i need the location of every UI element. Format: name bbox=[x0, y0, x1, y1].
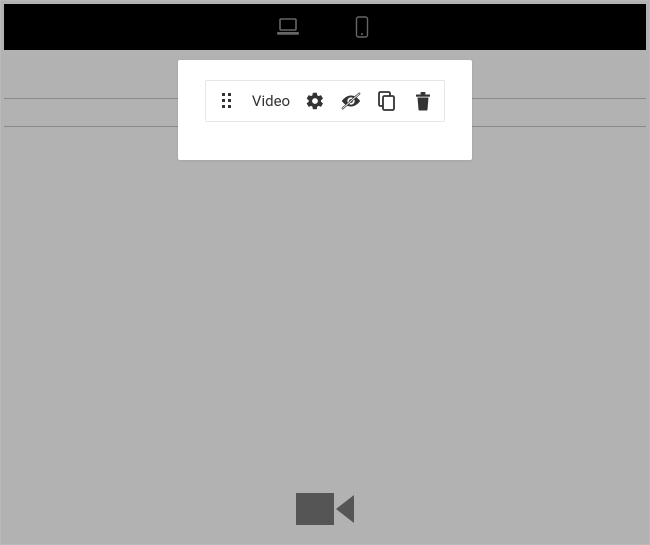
trash-icon bbox=[414, 91, 432, 111]
video-camera-icon bbox=[296, 489, 354, 529]
drag-handle-icon bbox=[221, 92, 233, 110]
block-type-label: Video bbox=[252, 92, 290, 110]
drag-handle-button[interactable] bbox=[216, 90, 238, 112]
editor-canvas[interactable]: Video bbox=[4, 50, 646, 541]
mobile-preview-button[interactable] bbox=[348, 13, 376, 41]
duplicate-button[interactable] bbox=[376, 90, 398, 112]
desktop-preview-button[interactable] bbox=[274, 13, 302, 41]
copy-icon bbox=[378, 91, 396, 111]
settings-button[interactable] bbox=[304, 90, 326, 112]
device-preview-bar bbox=[4, 4, 646, 50]
phone-icon bbox=[355, 16, 369, 38]
video-block-placeholder[interactable] bbox=[293, 477, 357, 541]
gear-icon bbox=[305, 91, 325, 111]
block-toolbar: Video bbox=[205, 80, 445, 122]
eye-slash-icon bbox=[340, 91, 362, 111]
editor-frame: Video bbox=[0, 0, 650, 545]
visibility-button[interactable] bbox=[340, 90, 362, 112]
delete-button[interactable] bbox=[412, 90, 434, 112]
block-toolbar-panel: Video bbox=[178, 60, 472, 160]
laptop-icon bbox=[276, 17, 300, 37]
